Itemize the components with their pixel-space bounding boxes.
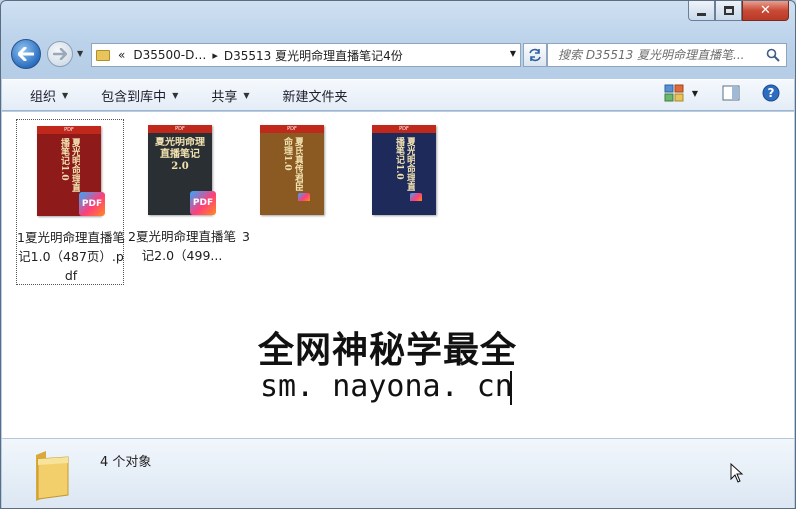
cover-title: 夏光明命理直播笔记1.0 (394, 137, 415, 191)
pdf-icon: PDF (79, 192, 105, 216)
pdf-icon (298, 193, 310, 201)
file-name: 2夏光明命理直播笔记2.0（499... (128, 229, 236, 263)
search-box[interactable] (547, 43, 787, 67)
thumbnail-header: PDF (148, 125, 212, 133)
preview-pane-icon[interactable] (722, 85, 740, 101)
arrow-left-icon (18, 47, 34, 61)
search-input[interactable] (558, 48, 758, 62)
text-cursor (510, 371, 512, 405)
share-label: 共享 (211, 89, 238, 105)
back-button[interactable] (11, 39, 41, 69)
file-item[interactable]: PDF 夏光明命理直播笔记2.0 PDF 2夏光明命理直播笔记2.0（499..… (128, 119, 236, 285)
new-folder-label: 新建文件夹 (282, 89, 348, 105)
recent-pages-dropdown[interactable]: ▼ (77, 49, 83, 58)
share-menu[interactable]: 共享 ▼ (211, 86, 249, 105)
minimize-button[interactable] (688, 1, 715, 21)
cover-title: 夏光明命理直播笔记1.0 (59, 138, 80, 192)
maximize-icon (723, 6, 734, 15)
cover-title: 夏光明命理直播笔记2.0 (155, 137, 205, 172)
watermark-url: sm. nayona. cn (260, 369, 513, 404)
thumbnail-header: PDF (260, 125, 324, 133)
search-icon[interactable] (766, 48, 780, 62)
folder-icon (96, 49, 110, 61)
chevron-down-icon: ▼ (62, 90, 69, 100)
pdf-icon: PDF (190, 191, 216, 215)
chevron-down-icon: ▼ (243, 90, 250, 100)
change-view-icon[interactable] (664, 84, 684, 102)
caption-buttons: ✕ (688, 1, 789, 21)
refresh-icon (529, 48, 541, 62)
breadcrumb-overflow[interactable]: « (118, 48, 125, 62)
address-bar[interactable]: « D35500-D… ▸ D35513 夏光明命理直播笔记4份 ▼ (91, 43, 521, 67)
svg-text:?: ? (768, 86, 775, 100)
chevron-down-icon: ▼ (172, 90, 179, 100)
cover-title: 夏氏真传君臣命理1.0 (282, 137, 303, 191)
refresh-button[interactable] (523, 43, 547, 67)
navigation-bar: ▼ « D35500-D… ▸ D35513 夏光明命理直播笔记4份 ▼ (11, 39, 787, 69)
maximize-button[interactable] (715, 1, 742, 21)
new-folder-button[interactable]: 新建文件夹 (283, 86, 348, 105)
file-item[interactable]: PDF 夏光明命理直播笔记1.0 (352, 119, 460, 285)
pdf-thumbnail: PDF 夏光明命理直播笔记1.0 (372, 125, 436, 215)
thumbnail-header: PDF (372, 125, 436, 133)
file-name: 3 (242, 229, 250, 244)
close-button[interactable]: ✕ (742, 1, 789, 21)
minimize-icon (697, 12, 706, 16)
include-library-label: 包含到库中 (101, 89, 167, 105)
folder-icon (36, 451, 69, 501)
watermark-overlay: 全网神秘学最全 sm. nayona. cn (252, 319, 552, 414)
explorer-window: ✕ ▼ « D35500-D… ▸ D35513 夏光明命理直播笔记4份 ▼ 搜… (0, 0, 796, 509)
address-dropdown[interactable]: ▼ (510, 49, 516, 58)
file-name: 1夏光明命理直播笔记1.0（487页）.pdf (17, 230, 125, 283)
breadcrumb-current[interactable]: D35513 夏光明命理直播笔记4份 (224, 47, 403, 64)
breadcrumb-separator-icon[interactable]: ▸ (212, 49, 218, 62)
view-dropdown-icon[interactable]: ▼ (692, 89, 698, 98)
command-bar: 组织 ▼ 包含到库中 ▼ 共享 ▼ 新建文件夹 ▼ ? (2, 79, 794, 111)
thumbnail-header: PDF (37, 126, 101, 134)
include-in-library-menu[interactable]: 包含到库中 ▼ (101, 86, 178, 105)
details-pane: 4 个对象 (2, 438, 794, 508)
help-icon[interactable]: ? (762, 84, 780, 102)
close-icon: ✕ (760, 3, 771, 18)
mouse-pointer-icon (730, 463, 744, 483)
watermark-title: 全网神秘学最全 (258, 330, 518, 371)
file-list-view[interactable]: PDF 夏光明命理直播笔记1.0 PDF 1夏光明命理直播笔记1.0（487页）… (2, 112, 794, 438)
pdf-icon (410, 193, 422, 201)
breadcrumb-parent[interactable]: D35500-D… (133, 48, 206, 62)
item-count: 4 个对象 (100, 455, 152, 470)
view-controls: ▼ ? (664, 84, 780, 102)
organize-label: 组织 (30, 89, 57, 105)
file-item[interactable]: PDF 夏光明命理直播笔记1.0 PDF 1夏光明命理直播笔记1.0（487页）… (16, 119, 125, 285)
forward-button[interactable] (47, 41, 73, 67)
arrow-right-icon (53, 48, 67, 60)
organize-menu[interactable]: 组织 ▼ (30, 86, 68, 105)
pdf-thumbnail: PDF 夏氏真传君臣命理1.0 (260, 125, 324, 215)
file-item[interactable]: PDF 夏氏真传君臣命理1.0 3 (240, 119, 348, 285)
